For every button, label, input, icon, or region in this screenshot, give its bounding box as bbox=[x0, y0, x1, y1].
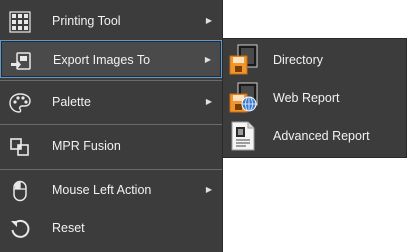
menu-item-label: Printing Tool bbox=[52, 14, 121, 28]
menu-item-mpr-fusion[interactable]: MPR Fusion bbox=[0, 127, 222, 165]
export-images-icon bbox=[10, 50, 32, 72]
menu-item-reset[interactable]: Reset bbox=[0, 209, 222, 247]
mouse-icon bbox=[9, 180, 31, 202]
menu-separator bbox=[0, 169, 222, 170]
reset-icon bbox=[9, 218, 31, 240]
chevron-right-icon: ▶ bbox=[205, 97, 212, 106]
submenu-item-label: Advanced Report bbox=[273, 129, 370, 143]
menu-item-palette[interactable]: Palette ▶ bbox=[0, 83, 222, 121]
menu-item-label: Palette bbox=[52, 95, 91, 109]
advanced-report-icon bbox=[227, 120, 259, 152]
menu-separator bbox=[0, 124, 222, 125]
chevron-right-icon: ▶ bbox=[205, 185, 212, 194]
web-report-icon bbox=[227, 82, 259, 114]
submenu-item-directory[interactable]: Directory bbox=[223, 41, 407, 79]
chevron-right-icon: ▶ bbox=[205, 16, 212, 25]
chevron-right-icon: ▶ bbox=[204, 55, 211, 64]
submenu-item-advanced-report[interactable]: Advanced Report bbox=[223, 117, 407, 155]
menu-item-label: Mouse Left Action bbox=[52, 183, 152, 197]
menu-item-printing-tool[interactable]: Printing Tool ▶ bbox=[0, 2, 222, 40]
submenu-item-label: Directory bbox=[273, 53, 324, 67]
menu-item-label: Reset bbox=[52, 221, 85, 235]
context-menu: Printing Tool ▶ Export Images To ▶ Palet bbox=[0, 0, 223, 252]
menu-item-mouse-left-action[interactable]: Mouse Left Action ▶ bbox=[0, 171, 222, 209]
submenu-item-label: Web Report bbox=[273, 91, 340, 105]
submenu-item-web-report[interactable]: Web Report bbox=[223, 79, 407, 117]
palette-icon bbox=[9, 92, 31, 114]
menu-item-label: Export Images To bbox=[53, 53, 151, 67]
menu-item-export-images-to[interactable]: Export Images To ▶ bbox=[0, 40, 222, 78]
export-images-submenu: Directory Web Report Advanced Report bbox=[222, 38, 407, 158]
menu-item-label: MPR Fusion bbox=[52, 139, 121, 153]
printing-tool-icon bbox=[9, 11, 31, 33]
menu-separator bbox=[0, 80, 222, 81]
mpr-fusion-icon bbox=[9, 136, 31, 158]
directory-icon bbox=[227, 44, 259, 76]
